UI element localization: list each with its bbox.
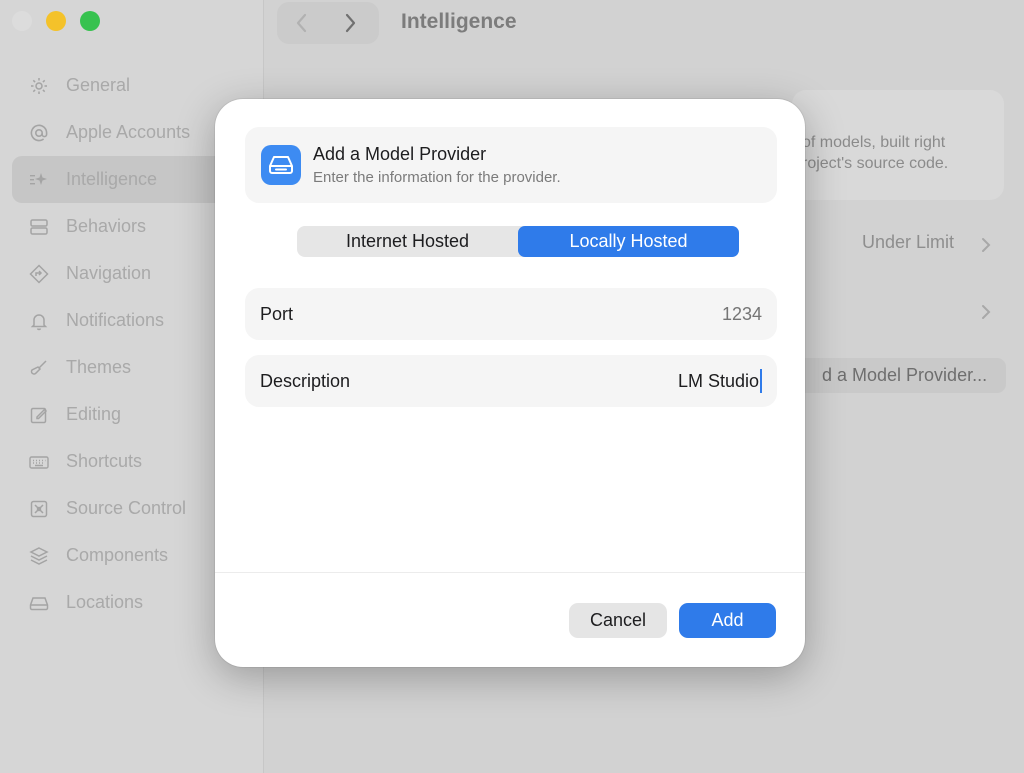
sidebar-item-label: Navigation — [66, 263, 152, 283]
at-icon — [28, 122, 50, 144]
bell-icon — [28, 310, 50, 332]
sparkles-icon — [28, 169, 50, 191]
edit-icon — [28, 404, 50, 426]
segment-locally-hosted[interactable]: Locally Hosted — [518, 226, 739, 257]
window-toolbar: Intelligence — [263, 0, 1024, 56]
sidebar-item-general[interactable]: General — [12, 62, 255, 109]
drive-icon — [261, 145, 301, 185]
keyboard-icon — [28, 451, 50, 473]
navigation-buttons — [277, 2, 379, 44]
chevron-right-icon — [345, 13, 356, 33]
description-label: Description — [260, 370, 351, 391]
chevron-right-icon[interactable] — [980, 303, 992, 321]
intelligence-info-text: of models, built right roject's source c… — [802, 132, 948, 174]
description-row: Description — [245, 355, 777, 407]
sidebar-item-label: Apple Accounts — [66, 122, 191, 142]
sidebar-item-label: Components — [66, 545, 169, 565]
hosting-type-segmented-control: Internet Hosted Locally Hosted — [297, 226, 739, 257]
sidebar-item-label: Source Control — [66, 498, 187, 518]
source-control-icon — [28, 498, 50, 520]
cancel-button[interactable]: Cancel — [569, 603, 667, 638]
layers-icon — [28, 545, 50, 567]
close-window-button[interactable] — [12, 11, 32, 31]
sidebar-item-label: Intelligence — [66, 169, 158, 189]
sheet-title: Add a Model Provider — [313, 144, 487, 164]
usage-status-value[interactable]: Under Limit — [862, 232, 954, 253]
sidebar-item-label: Behaviors — [66, 216, 147, 236]
text-cursor — [760, 369, 762, 393]
sidebar-item-label: Locations — [66, 592, 144, 612]
back-button[interactable] — [291, 11, 313, 35]
forward-button[interactable] — [339, 11, 361, 35]
navigation-icon — [28, 263, 50, 285]
minimize-window-button[interactable] — [46, 11, 66, 31]
window-title: Intelligence — [401, 10, 517, 33]
add-button[interactable]: Add — [679, 603, 776, 638]
sheet-header: Add a Model Provider Enter the informati… — [245, 127, 777, 203]
zoom-window-button[interactable] — [80, 11, 100, 31]
info-line: roject's source code. — [802, 155, 949, 172]
gear-icon — [28, 75, 50, 97]
sidebar-item-label: Themes — [66, 357, 132, 377]
chevron-right-icon[interactable] — [980, 236, 992, 254]
sidebar-item-label: Shortcuts — [66, 451, 143, 471]
add-model-provider-label: d a Model Provider... — [822, 365, 988, 385]
drive-icon — [28, 592, 50, 614]
chevron-left-icon — [296, 13, 307, 33]
traffic-lights — [12, 11, 100, 31]
add-model-provider-button[interactable]: d a Model Provider... — [794, 358, 1006, 393]
sidebar-item-label: Notifications — [66, 310, 165, 330]
description-input[interactable] — [499, 370, 759, 392]
port-input[interactable] — [502, 303, 762, 325]
segment-internet-hosted[interactable]: Internet Hosted — [297, 226, 518, 257]
info-line: of models, built right — [802, 134, 946, 151]
sheet-subtitle: Enter the information for the provider. — [313, 169, 561, 186]
sidebar-item-label: Editing — [66, 404, 122, 424]
port-label: Port — [260, 303, 294, 324]
behaviors-icon — [28, 216, 50, 238]
add-model-provider-sheet: Add a Model Provider Enter the informati… — [215, 99, 805, 667]
port-row: Port — [245, 288, 777, 340]
sidebar-item-label: General — [66, 75, 131, 95]
footer-divider — [215, 572, 805, 573]
brush-icon — [28, 357, 50, 379]
